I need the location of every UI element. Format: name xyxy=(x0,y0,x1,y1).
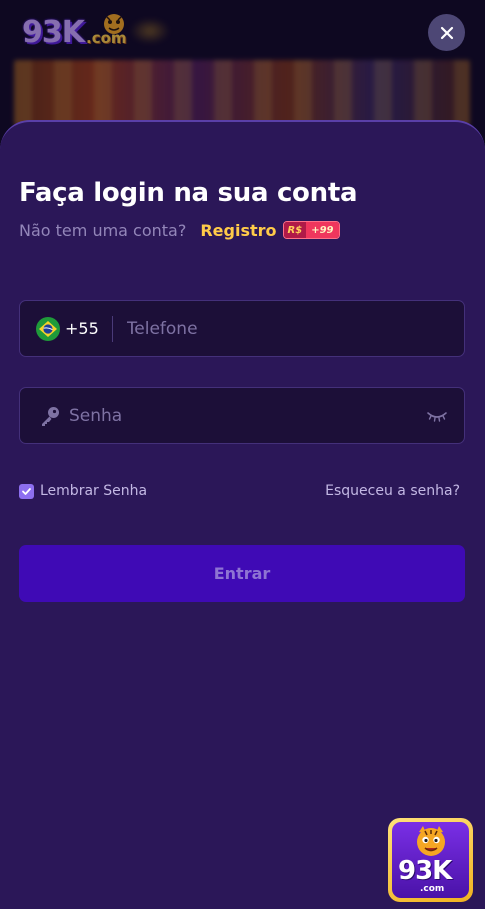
key-icon xyxy=(42,406,59,426)
login-sheet: Faça login na sua conta Não tem uma cont… xyxy=(0,120,485,909)
remember-password-toggle[interactable]: Lembrar Senha xyxy=(19,483,147,499)
close-icon xyxy=(440,26,453,39)
password-input[interactable] xyxy=(69,388,426,443)
bonus-badge: R$ +99 xyxy=(282,221,340,239)
app-icon-suffix: .com xyxy=(420,884,445,894)
remember-label[interactable]: Lembrar Senha xyxy=(40,483,147,499)
app-shortcut-icon[interactable]: 93K .com xyxy=(388,818,473,902)
login-options: Lembrar Senha Esqueceu a senha? xyxy=(19,481,465,501)
register-link[interactable]: Registro xyxy=(200,221,276,240)
phone-input[interactable] xyxy=(126,301,464,356)
bonus-value: +99 xyxy=(306,222,339,238)
no-account-text: Não tem uma conta? xyxy=(19,220,187,240)
check-icon xyxy=(22,487,31,495)
login-screen: 93K .com Faça login na sua conta Não tem… xyxy=(0,0,485,909)
register-prompt: Não tem uma conta? Registro R$ +99 xyxy=(19,219,340,241)
app-icon-text: 93K xyxy=(398,856,452,886)
field-divider xyxy=(111,315,113,342)
login-button[interactable]: Entrar xyxy=(19,545,465,602)
brazil-flag-icon[interactable] xyxy=(36,316,60,341)
remember-checkbox[interactable] xyxy=(19,483,34,499)
eye-closed-icon[interactable] xyxy=(426,409,448,423)
forgot-password-link[interactable]: Esqueceu a senha? xyxy=(325,483,460,499)
bonus-currency: R$ xyxy=(283,222,307,238)
close-button[interactable] xyxy=(428,14,465,51)
page-title: Faça login na sua conta xyxy=(19,178,358,208)
password-field[interactable] xyxy=(19,387,465,444)
dial-code[interactable]: +55 xyxy=(65,319,99,338)
phone-field[interactable]: +55 xyxy=(19,300,465,357)
